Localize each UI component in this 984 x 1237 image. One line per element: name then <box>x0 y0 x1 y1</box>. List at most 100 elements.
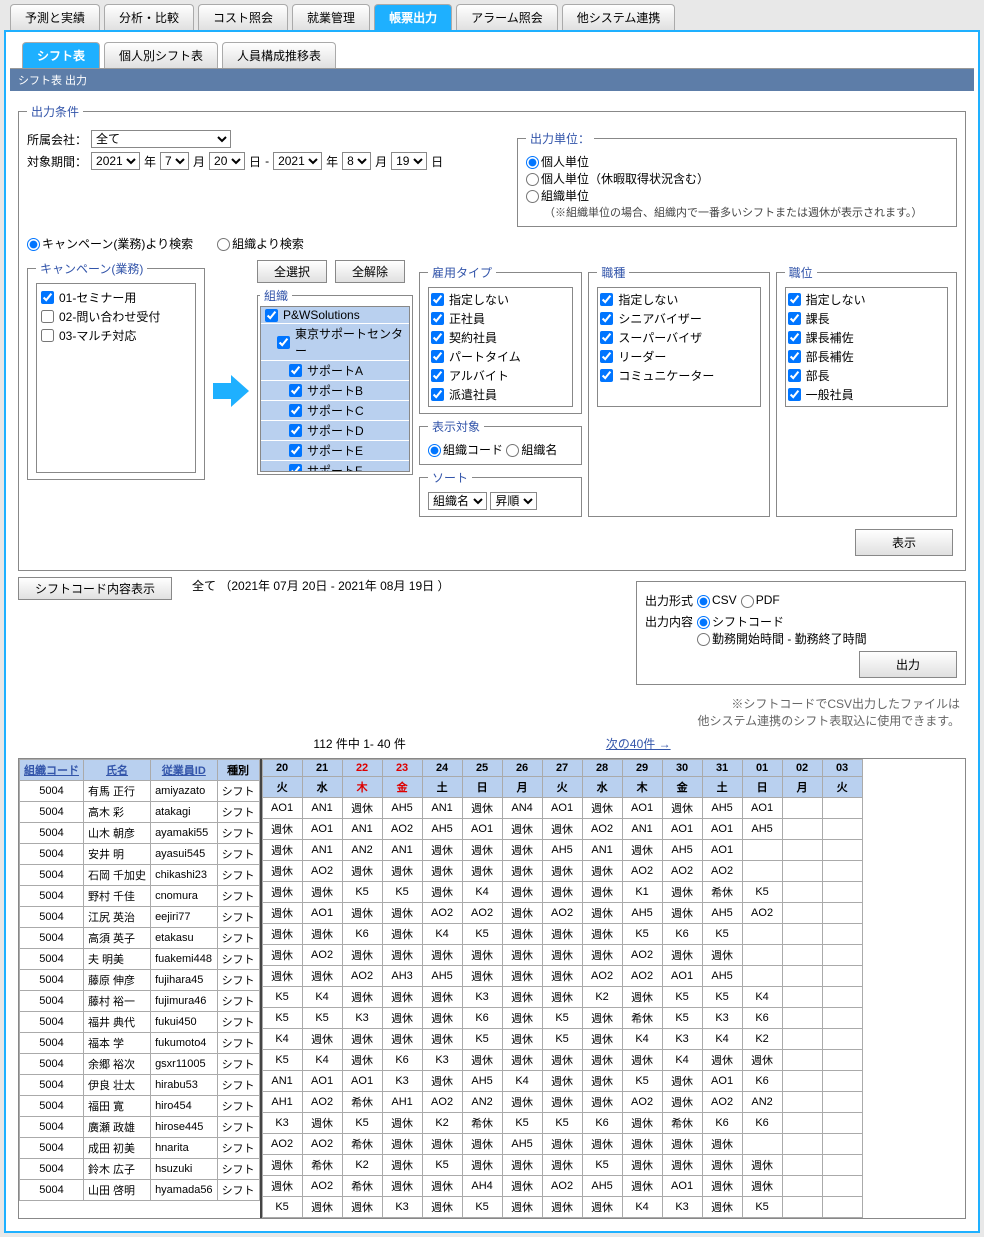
org-item[interactable]: サポートF <box>261 461 409 472</box>
table-row: 5004藤村 裕一fujimura46シフト <box>20 991 260 1012</box>
table-row: AO1AN1週休AH5AN1週休AN4AO1週休AO1週休AH5AO1 <box>262 798 862 819</box>
select-all-button[interactable]: 全選択 <box>257 260 327 283</box>
emp-item[interactable]: アルバイト <box>431 366 570 385</box>
pos-item[interactable]: 課長 <box>788 309 945 328</box>
sub-tab[interactable]: 人員構成推移表 <box>222 42 336 68</box>
unit-radio[interactable] <box>526 190 539 203</box>
table-row: 週休週休K5K5週休K4週休週休週休K1週休希休K5 <box>262 882 862 903</box>
search-radio[interactable] <box>27 238 40 251</box>
table-row: AO2AO2希休週休週休週休AH5週休週休週休週休週休 <box>262 1134 862 1155</box>
org-item[interactable]: サポートB <box>261 381 409 401</box>
col-header[interactable]: 氏名 <box>84 760 151 781</box>
org-item[interactable]: 東京サポートセンター <box>261 324 409 361</box>
emp-list[interactable]: 指定しない正社員契約社員パートタイムアルバイト派遣社員契約社員(短期) <box>428 287 573 407</box>
role-item[interactable]: コミュニケーター <box>600 366 757 385</box>
table-row: 5004江尻 英治eejiri77シフト <box>20 907 260 928</box>
search-radio[interactable] <box>217 238 230 251</box>
table-row: 5004余郷 裕次gsxr11005シフト <box>20 1054 260 1075</box>
campaign-item[interactable]: 02-問い合わせ受付 <box>41 307 191 326</box>
col-header[interactable]: 組織コード <box>20 760 84 781</box>
year1[interactable]: 2021 <box>91 152 140 170</box>
org-item[interactable]: サポートC <box>261 401 409 421</box>
table-row: AN1AO1AO1K3週休AH5K4週休週休K5週休AO1K6 <box>262 1071 862 1092</box>
table-row: 5004有馬 正行amiyazatoシフト <box>20 781 260 802</box>
unit-radio[interactable] <box>526 173 539 186</box>
sub-tab[interactable]: シフト表 <box>22 42 100 68</box>
emp-item[interactable]: 派遣社員 <box>431 385 570 404</box>
month1[interactable]: 7 <box>160 152 189 170</box>
main-tab[interactable]: 予測と実績 <box>10 4 100 30</box>
pdf-radio[interactable] <box>741 595 754 608</box>
table-row: 週休希休K2週休K5週休週休週休K5週休週休週休週休 <box>262 1155 862 1176</box>
pos-item[interactable]: 一般社員 <box>788 385 945 404</box>
emp-item[interactable]: 契約社員 <box>431 328 570 347</box>
month2[interactable]: 8 <box>342 152 371 170</box>
pos-item[interactable]: 課長補佐 <box>788 328 945 347</box>
unit-radio[interactable] <box>526 156 539 169</box>
clear-all-button[interactable]: 全解除 <box>335 260 405 283</box>
main-tab[interactable]: コスト照会 <box>198 4 288 30</box>
main-tab[interactable]: 就業管理 <box>292 4 370 30</box>
campaign-item[interactable]: 01-セミナー用 <box>41 288 191 307</box>
col-header[interactable]: 従業員ID <box>151 760 218 781</box>
emp-item[interactable]: 正社員 <box>431 309 570 328</box>
pos-item[interactable]: 指定しない <box>788 290 945 309</box>
org-item[interactable]: サポートA <box>261 361 409 381</box>
shiftcode-button[interactable]: シフトコード内容表示 <box>18 577 172 600</box>
disp-name-radio[interactable] <box>506 444 519 457</box>
table-row: K5K4週休K6K3週休週休週休週休週休K4週休週休 <box>262 1050 862 1071</box>
table-row: AH1AO2希休AH1AO2AN2週休週休週休AO2週休AO2AN2 <box>262 1092 862 1113</box>
export-button[interactable]: 出力 <box>859 651 957 678</box>
pos-item[interactable]: 主任 <box>788 404 945 407</box>
output-fieldset: 出力形式 CSV PDF 出力内容 シフトコード 勤務開始時間 - 勤務終了時間… <box>636 581 966 685</box>
org-item[interactable]: P&WSolutions <box>261 307 409 324</box>
role-list[interactable]: 指定しないシニアバイザースーパーバイザリーダーコミュニケーター <box>597 287 760 407</box>
pos-item[interactable]: 部長 <box>788 366 945 385</box>
main-tab[interactable]: 他システム連携 <box>562 4 676 30</box>
org-item[interactable]: サポートE <box>261 441 409 461</box>
outcontent-code-radio[interactable] <box>697 616 710 629</box>
table-row: 週休AN1AN2AN1週休週休週休AH5AN1週休AH5AO1 <box>262 840 862 861</box>
table-row: 5004福本 学fukumoto4シフト <box>20 1033 260 1054</box>
conditions-fieldset: 出力条件 所属会社： 全て 対象期間： 2021年 7月 20日 - 2021年… <box>18 103 966 571</box>
table-row: 5004成田 初美hnaritaシフト <box>20 1138 260 1159</box>
table-row: 5004藤原 伸彦fujihara45シフト <box>20 970 260 991</box>
shift-grid: 組織コード氏名従業員ID種別5004有馬 正行amiyazatoシフト5004高… <box>18 758 966 1219</box>
pos-list[interactable]: 指定しない課長課長補佐部長補佐部長一般社員主任 <box>785 287 948 407</box>
campaign-item[interactable]: 03-マルチ対応 <box>41 326 191 345</box>
role-item[interactable]: 指定しない <box>600 290 757 309</box>
table-row: 週休AO2週休週休週休週休週休週休週休AO2週休週休 <box>262 945 862 966</box>
outcontent-time-radio[interactable] <box>697 633 710 646</box>
pos-item[interactable]: 部長補佐 <box>788 347 945 366</box>
show-button[interactable]: 表示 <box>855 529 953 556</box>
col-header: 種別 <box>217 760 259 781</box>
main-tab[interactable]: アラーム照会 <box>456 4 558 30</box>
role-item[interactable]: シニアバイザー <box>600 309 757 328</box>
table-row: 週休AO1AN1AO2AH5AO1週休週休AO2AN1AO1AO1AH5 <box>262 819 862 840</box>
org-list[interactable]: P&WSolutions東京サポートセンターサポートAサポートBサポートCサポー… <box>260 306 410 472</box>
role-item[interactable]: スーパーバイザ <box>600 328 757 347</box>
sort-order[interactable]: 昇順 <box>490 492 537 510</box>
emp-item[interactable]: 指定しない <box>431 290 570 309</box>
table-row: K4週休週休週休週休K5週休K5週休K4K3K4K2 <box>262 1029 862 1050</box>
emp-item[interactable]: パートタイム <box>431 347 570 366</box>
table-row: 5004廣瀬 政雄hirose445シフト <box>20 1117 260 1138</box>
company-select[interactable]: 全て <box>91 130 231 148</box>
sub-tab[interactable]: 個人別シフト表 <box>104 42 218 68</box>
org-item[interactable]: サポートD <box>261 421 409 441</box>
year2[interactable]: 2021 <box>273 152 322 170</box>
sort-field[interactable]: 組織名 <box>428 492 487 510</box>
main-tab[interactable]: 分析・比較 <box>104 4 194 30</box>
emp-item[interactable]: 契約社員(短期) <box>431 404 570 407</box>
csv-radio[interactable] <box>697 595 710 608</box>
table-row: 週休週休K6週休K4K5週休週休週休K5K6K5 <box>262 924 862 945</box>
role-item[interactable]: リーダー <box>600 347 757 366</box>
main-tab[interactable]: 帳票出力 <box>374 4 452 30</box>
table-row: K5週休週休K3週休K5週休週休週休K4K3週休K5 <box>262 1197 862 1218</box>
day2[interactable]: 19 <box>391 152 427 170</box>
next-page-link[interactable]: 次の40件 → <box>606 735 671 752</box>
campaign-list[interactable]: 01-セミナー用02-問い合わせ受付03-マルチ対応 <box>36 283 196 473</box>
day1[interactable]: 20 <box>209 152 245 170</box>
disp-code-radio[interactable] <box>428 444 441 457</box>
table-row: 5004伊良 壮太hirabu53シフト <box>20 1075 260 1096</box>
